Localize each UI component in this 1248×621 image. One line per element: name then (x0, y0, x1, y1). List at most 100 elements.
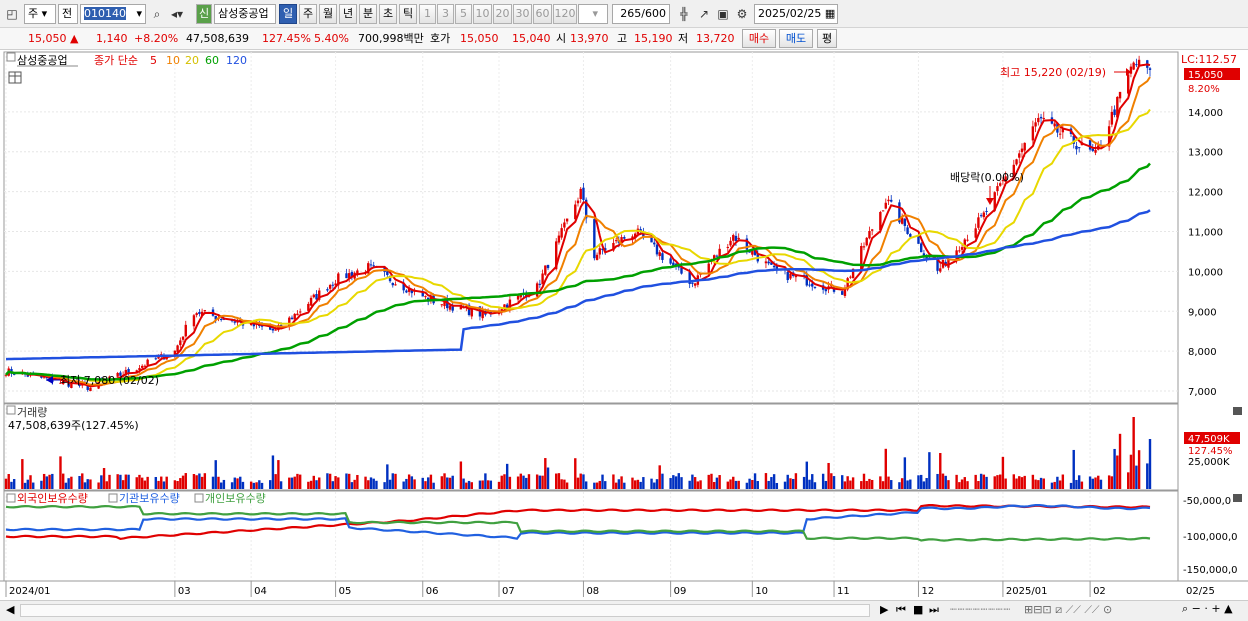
volume-bar (146, 476, 149, 489)
ma120-legend: 120 (226, 54, 247, 67)
candle-body (1135, 64, 1138, 66)
window-menu-icon[interactable]: ◰ (3, 5, 21, 23)
volume-bar (541, 475, 544, 489)
volume-bar (269, 480, 272, 489)
volume-close-icon[interactable] (1233, 407, 1242, 415)
tab-second[interactable]: 초 (379, 4, 397, 24)
candle-body (203, 310, 207, 312)
tab-weekly[interactable]: 주 (299, 4, 317, 24)
candle-body (576, 200, 580, 204)
candle-body (966, 239, 969, 241)
volume-bar (503, 474, 506, 489)
volume-bar (89, 479, 92, 489)
volume-bar (97, 482, 100, 489)
volume-bar (729, 479, 732, 489)
volume-bar (631, 477, 634, 489)
candle-body (290, 317, 294, 320)
stock-code-input[interactable]: 010140 ▾ (80, 4, 146, 24)
interval-20[interactable]: 20 (493, 4, 512, 24)
stock-name-field: 삼성중공업 (214, 4, 276, 24)
volume-bar (1037, 480, 1040, 489)
candle-body (868, 230, 871, 239)
candle-body (841, 291, 844, 295)
zoom-buttons[interactable]: ⌕ − · + ▲ (1182, 602, 1233, 616)
scroll-right-icon[interactable]: ▶ (880, 603, 888, 616)
tab-yearly[interactable]: 년 (339, 4, 357, 24)
candle-body (538, 283, 542, 285)
stock-chart[interactable]: 삼성중공업 종가 단순 5 10 20 60 120 LC:112.57 최고 … (0, 50, 1248, 621)
volume-bar (821, 473, 825, 489)
interval-1[interactable]: 1 (419, 4, 436, 24)
volume-bar (459, 461, 463, 489)
candle-body (535, 283, 539, 297)
calendar-icon[interactable]: ▦ (825, 7, 835, 20)
draw-tool-icon[interactable]: ↗ (695, 5, 713, 23)
volume-bar (160, 476, 163, 489)
volume-bar (917, 475, 920, 489)
candle-body (737, 237, 740, 240)
volume-bar (1077, 475, 1081, 489)
candle-body (870, 229, 874, 231)
candle-body (979, 215, 983, 217)
stop-icon[interactable]: ■ (913, 603, 923, 616)
candle-body (544, 265, 547, 275)
volume-bar (173, 480, 177, 489)
interval-3[interactable]: 3 (437, 4, 454, 24)
tab-monthly[interactable]: 월 (319, 4, 337, 24)
volume-bar (443, 473, 446, 489)
price-change: 1,140 (96, 32, 128, 45)
volume-bar (249, 481, 253, 489)
interval-10[interactable]: 10 (473, 4, 492, 24)
interval-30[interactable]: 30 (513, 4, 532, 24)
x-tick-label: 02 (1093, 586, 1106, 597)
speaker-icon[interactable]: ◂▾ (168, 5, 186, 23)
interval-60[interactable]: 60 (533, 4, 552, 24)
volume-bar (582, 474, 585, 489)
y-tick-label: 11,000 (1188, 227, 1223, 238)
max-price-note: 최고 15,220 (02/19) (1000, 66, 1106, 79)
tools-icons[interactable]: ⊞⊟⊡ ⧄ ⟋⟋ ⟋⟋ ⊙ (1024, 603, 1112, 617)
buy-button[interactable]: 매수 (742, 29, 776, 48)
volume-bar (12, 479, 16, 489)
volume-bar (963, 477, 966, 489)
search-icon[interactable]: ⌕ (148, 5, 166, 23)
avg-button[interactable]: 평 (817, 29, 837, 48)
y-tick-label: 12,000 (1188, 188, 1223, 199)
candle-body (1034, 122, 1037, 127)
volume-bar (334, 476, 337, 489)
scroll-track[interactable] (20, 604, 870, 617)
volume-bar (29, 475, 32, 489)
rewind-icon[interactable]: ⏮ (896, 603, 906, 617)
save-icon[interactable]: ▣ (714, 5, 732, 23)
interval-custom-select[interactable]: ▾ (578, 4, 608, 24)
tab-tick[interactable]: 틱 (399, 4, 417, 24)
chart-scrollbar[interactable]: ◀ ▶ ⏮ ■ ⏭ ┈┈┈┈┈┈┈┈ ⊞⊟⊡ ⧄ ⟋⟋ ⟋⟋ ⊙ ⌕ − · +… (0, 600, 1248, 621)
period-select[interactable]: 전 (58, 4, 78, 24)
market-type-select[interactable]: 주 ▾ (24, 4, 56, 24)
scroll-left-icon[interactable]: ◀ (6, 603, 14, 616)
sell-button[interactable]: 매도 (779, 29, 813, 48)
zoom-slider[interactable]: ┈┈┈┈┈┈┈┈ (950, 603, 1011, 616)
candle-count-field[interactable]: 265/600 (612, 4, 670, 24)
candle-body (296, 313, 299, 316)
date-field[interactable]: 2025/02/25 ▦ (754, 4, 838, 24)
tab-daily[interactable]: 일 (279, 4, 297, 24)
volume-bar (426, 477, 430, 489)
interval-120[interactable]: 120 (553, 4, 577, 24)
interval-5[interactable]: 5 (455, 4, 472, 24)
candle-body (154, 358, 158, 360)
candle-body (1127, 74, 1130, 94)
volume-bar (413, 479, 416, 489)
gear-icon[interactable]: ⚙ (733, 5, 751, 23)
forward-icon[interactable]: ⏭ (929, 603, 939, 617)
holdings-close-icon[interactable] (1233, 494, 1242, 502)
volume-bar (525, 477, 528, 489)
tab-minute[interactable]: 분 (359, 4, 377, 24)
candle-body (808, 284, 811, 286)
volume-bar (887, 476, 890, 489)
candle-body (658, 252, 661, 257)
last-price-tag: 15,050 (1188, 70, 1223, 81)
volume-bar (1034, 479, 1037, 489)
volume-bar (879, 476, 882, 489)
candle-style-icon[interactable]: ╬ (675, 5, 693, 23)
